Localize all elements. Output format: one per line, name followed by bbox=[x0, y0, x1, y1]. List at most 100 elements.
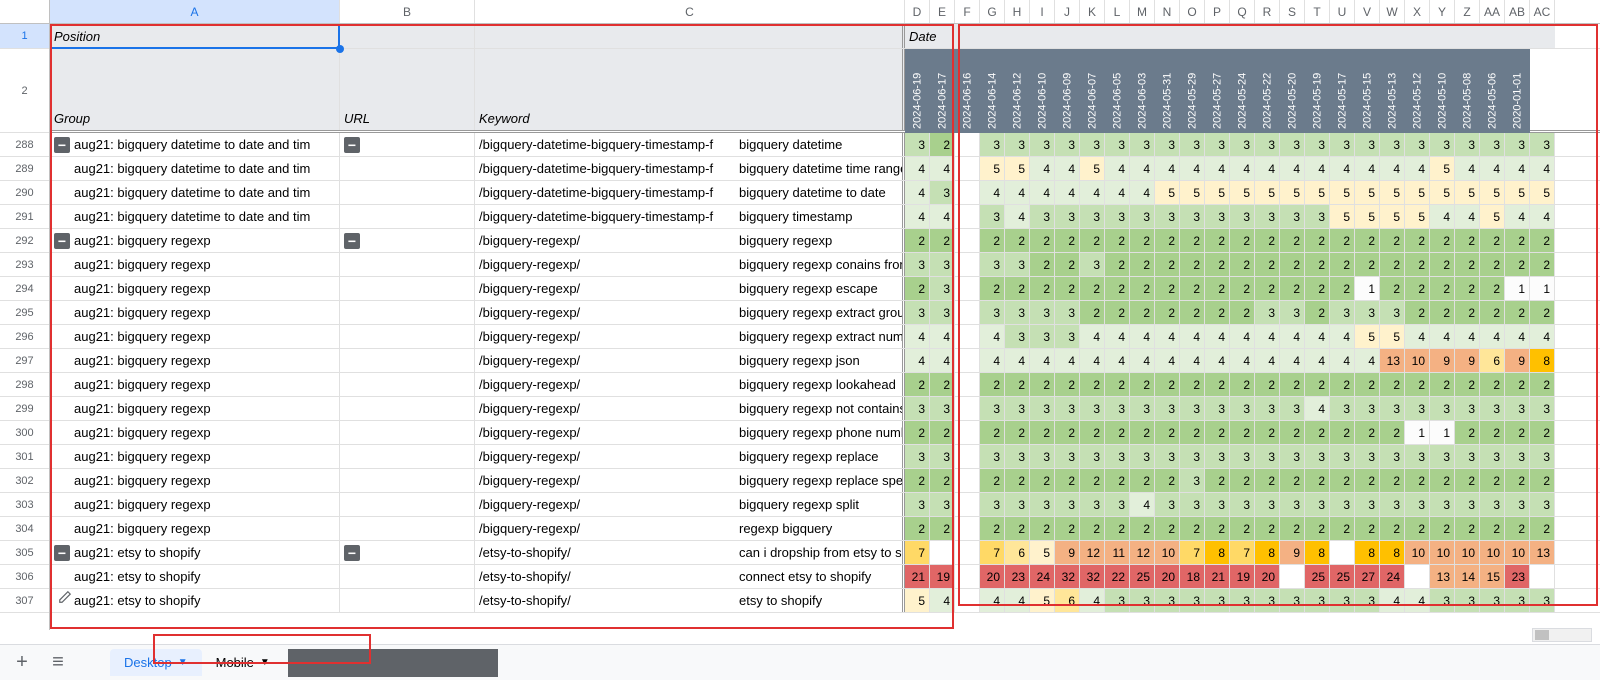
rank-value-cell[interactable]: 15 bbox=[1480, 565, 1505, 588]
rank-value-cell[interactable]: 3 bbox=[1180, 493, 1205, 516]
rank-value-cell[interactable]: 2 bbox=[1305, 229, 1330, 252]
rank-value-cell[interactable]: 5 bbox=[1330, 181, 1355, 204]
rank-value-cell[interactable]: 3 bbox=[1380, 133, 1405, 156]
rank-value-cell[interactable]: 4 bbox=[1380, 589, 1405, 612]
rank-value-cell[interactable] bbox=[955, 253, 980, 276]
rank-value-cell[interactable]: 3 bbox=[1255, 493, 1280, 516]
rank-value-cell[interactable]: 4 bbox=[1130, 181, 1155, 204]
sheet-tab-mobile[interactable]: Mobile ▼ bbox=[202, 649, 284, 676]
rank-value-cell[interactable]: 2 bbox=[1180, 373, 1205, 396]
rank-value-cell[interactable]: 25 bbox=[1330, 565, 1355, 588]
rank-value-cell[interactable]: 3 bbox=[1080, 133, 1105, 156]
rank-value-cell[interactable]: 5 bbox=[1405, 181, 1430, 204]
rank-value-cell[interactable]: 2 bbox=[1355, 421, 1380, 444]
rank-value-cell[interactable]: 4 bbox=[1330, 325, 1355, 348]
date-column-header[interactable]: 2024-06-03 bbox=[1130, 49, 1155, 133]
rank-value-cell[interactable]: 3 bbox=[1055, 133, 1080, 156]
rank-value-cell[interactable]: 3 bbox=[1080, 205, 1105, 228]
rank-value-cell[interactable] bbox=[955, 469, 980, 492]
rank-value-cell[interactable]: 32 bbox=[1055, 565, 1080, 588]
rank-value-cell[interactable]: 3 bbox=[1130, 589, 1155, 612]
rank-value-cell[interactable]: 2 bbox=[1055, 253, 1080, 276]
rank-value-cell[interactable]: 8 bbox=[1380, 541, 1405, 564]
rank-value-cell[interactable]: 9 bbox=[1455, 349, 1480, 372]
col-header-w[interactable]: W bbox=[1380, 0, 1405, 23]
rank-value-cell[interactable]: 2 bbox=[1155, 373, 1180, 396]
rank-value-cell[interactable]: 4 bbox=[1105, 157, 1130, 180]
rank-value-cell[interactable]: 3 bbox=[1205, 493, 1230, 516]
rank-value-cell[interactable]: 2 bbox=[1230, 277, 1255, 300]
rank-value-cell[interactable]: 2 bbox=[1205, 469, 1230, 492]
rank-value-cell[interactable]: 3 bbox=[1230, 589, 1255, 612]
rank-value-cell[interactable] bbox=[955, 325, 980, 348]
caret-down-icon[interactable]: ▼ bbox=[260, 657, 270, 668]
rank-value-cell[interactable]: 3 bbox=[1480, 589, 1505, 612]
keyword-cell[interactable]: /bigquery-regexp/bigquery regexp json bbox=[475, 349, 905, 372]
rank-value-cell[interactable]: 2 bbox=[1530, 229, 1555, 252]
rank-value-cell[interactable]: 10 bbox=[1480, 541, 1505, 564]
rank-value-cell[interactable]: 2 bbox=[1230, 373, 1255, 396]
rank-value-cell[interactable]: 2 bbox=[1480, 469, 1505, 492]
rank-value-cell[interactable]: 2 bbox=[1305, 301, 1330, 324]
rank-value-cell[interactable]: 2 bbox=[1280, 229, 1305, 252]
rank-value-cell[interactable]: 21 bbox=[905, 565, 930, 588]
group-cell[interactable]: aug21: etsy to shopify bbox=[50, 589, 340, 612]
rank-value-cell[interactable]: 3 bbox=[1305, 205, 1330, 228]
rank-value-cell[interactable]: 3 bbox=[905, 445, 930, 468]
keyword-cell[interactable]: /etsy-to-shopify/connect etsy to shopify bbox=[475, 565, 905, 588]
group-cell[interactable]: −aug21: bigquery regexp bbox=[50, 229, 340, 252]
rank-value-cell[interactable]: 2 bbox=[1105, 277, 1130, 300]
rank-value-cell[interactable] bbox=[955, 493, 980, 516]
caret-down-icon[interactable]: ▼ bbox=[178, 657, 188, 668]
rank-value-cell[interactable]: 5 bbox=[1155, 181, 1180, 204]
rank-value-cell[interactable]: 4 bbox=[1180, 325, 1205, 348]
rank-value-cell[interactable]: 25 bbox=[1130, 565, 1155, 588]
rank-value-cell[interactable]: 2 bbox=[1430, 301, 1455, 324]
row-header-1[interactable]: 1 bbox=[0, 24, 49, 49]
rank-value-cell[interactable]: 2 bbox=[1480, 253, 1505, 276]
rank-value-cell[interactable]: 2 bbox=[1080, 469, 1105, 492]
fill-handle[interactable] bbox=[336, 45, 344, 53]
rank-value-cell[interactable]: 3 bbox=[1280, 493, 1305, 516]
rank-value-cell[interactable]: 3 bbox=[1205, 445, 1230, 468]
rank-value-cell[interactable]: 5 bbox=[1305, 181, 1330, 204]
rank-value-cell[interactable]: 3 bbox=[1255, 397, 1280, 420]
rank-value-cell[interactable]: 2 bbox=[1455, 253, 1480, 276]
rank-value-cell[interactable]: 19 bbox=[930, 565, 955, 588]
rank-value-cell[interactable]: 4 bbox=[1355, 157, 1380, 180]
rank-value-cell[interactable]: 2 bbox=[930, 133, 955, 156]
group-cell[interactable]: aug21: etsy to shopify bbox=[50, 565, 340, 588]
rank-value-cell[interactable]: 2 bbox=[1180, 229, 1205, 252]
rank-value-cell[interactable]: 2 bbox=[1280, 253, 1305, 276]
rank-value-cell[interactable]: 3 bbox=[930, 397, 955, 420]
rank-value-cell[interactable] bbox=[930, 541, 955, 564]
rank-value-cell[interactable]: 2 bbox=[1430, 373, 1455, 396]
rank-value-cell[interactable]: 2 bbox=[1130, 469, 1155, 492]
date-column-header[interactable]: 2024-05-19 bbox=[1305, 49, 1330, 133]
cell-c1[interactable] bbox=[475, 24, 905, 48]
rank-value-cell[interactable]: 22 bbox=[1105, 565, 1130, 588]
group-cell[interactable]: aug21: bigquery regexp bbox=[50, 421, 340, 444]
row-header-292[interactable]: 292 bbox=[0, 229, 49, 253]
rank-value-cell[interactable]: 2 bbox=[1055, 421, 1080, 444]
rank-value-cell[interactable]: 4 bbox=[1080, 181, 1105, 204]
rank-value-cell[interactable]: 3 bbox=[1030, 133, 1055, 156]
rank-value-cell[interactable]: 2 bbox=[1355, 517, 1380, 540]
rank-value-cell[interactable]: 2 bbox=[1255, 421, 1280, 444]
date-column-header[interactable]: 2024-05-15 bbox=[1355, 49, 1380, 133]
rank-value-cell[interactable]: 2 bbox=[1455, 517, 1480, 540]
rank-value-cell[interactable]: 2 bbox=[1480, 301, 1505, 324]
rank-value-cell[interactable]: 2 bbox=[1505, 373, 1530, 396]
rank-value-cell[interactable]: 4 bbox=[930, 325, 955, 348]
rank-value-cell[interactable]: 2 bbox=[1405, 469, 1430, 492]
rank-value-cell[interactable]: 3 bbox=[1030, 397, 1055, 420]
collapse-group-button[interactable]: − bbox=[54, 137, 70, 153]
rank-value-cell[interactable]: 10 bbox=[1455, 541, 1480, 564]
rank-value-cell[interactable]: 12 bbox=[1080, 541, 1105, 564]
rank-value-cell[interactable]: 2 bbox=[1405, 373, 1430, 396]
row-header-2[interactable]: 2 bbox=[0, 49, 49, 133]
rank-value-cell[interactable]: 3 bbox=[1355, 133, 1380, 156]
rank-value-cell[interactable]: 4 bbox=[1130, 325, 1155, 348]
rank-value-cell[interactable]: 2 bbox=[1030, 469, 1055, 492]
rank-value-cell[interactable] bbox=[955, 157, 980, 180]
